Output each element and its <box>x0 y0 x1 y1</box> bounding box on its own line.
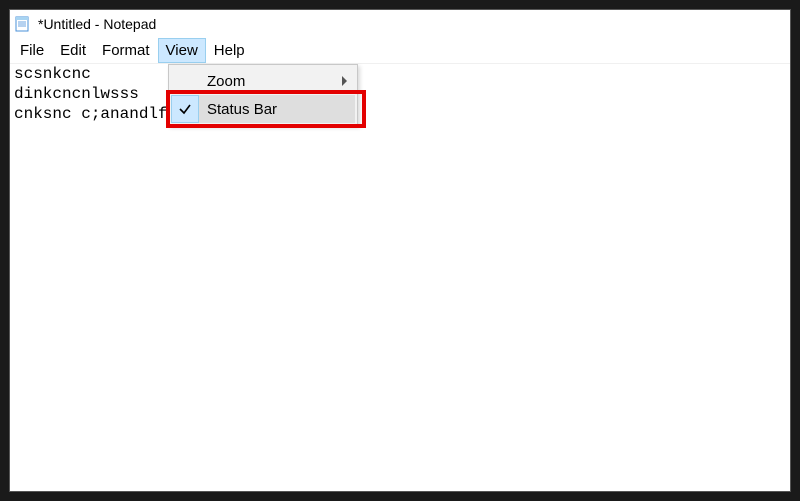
menu-item-status-bar[interactable]: Status Bar <box>171 95 355 123</box>
checkmark-icon <box>171 95 199 123</box>
menu-help[interactable]: Help <box>206 38 253 63</box>
text-editor[interactable]: scsnkcnc dinkcncnlwsss cnksnc c;anandlfa… <box>10 64 790 491</box>
menu-item-label: Zoom <box>199 73 335 90</box>
menu-edit[interactable]: Edit <box>52 38 94 63</box>
submenu-arrow-icon <box>335 76 355 86</box>
menu-file[interactable]: File <box>12 38 52 63</box>
titlebar: *Untitled - Notepad <box>10 10 790 38</box>
menubar: File Edit Format View Help <box>10 38 790 64</box>
notepad-window: *Untitled - Notepad File Edit Format Vie… <box>9 9 791 492</box>
menu-item-zoom[interactable]: Zoom <box>171 67 355 95</box>
window-title: *Untitled - Notepad <box>38 16 156 32</box>
view-dropdown: Zoom Status Bar <box>168 64 358 126</box>
menu-format[interactable]: Format <box>94 38 158 63</box>
check-slot <box>171 67 199 95</box>
menu-view[interactable]: View <box>158 38 206 63</box>
notepad-icon <box>14 15 32 33</box>
menu-item-label: Status Bar <box>199 101 355 118</box>
